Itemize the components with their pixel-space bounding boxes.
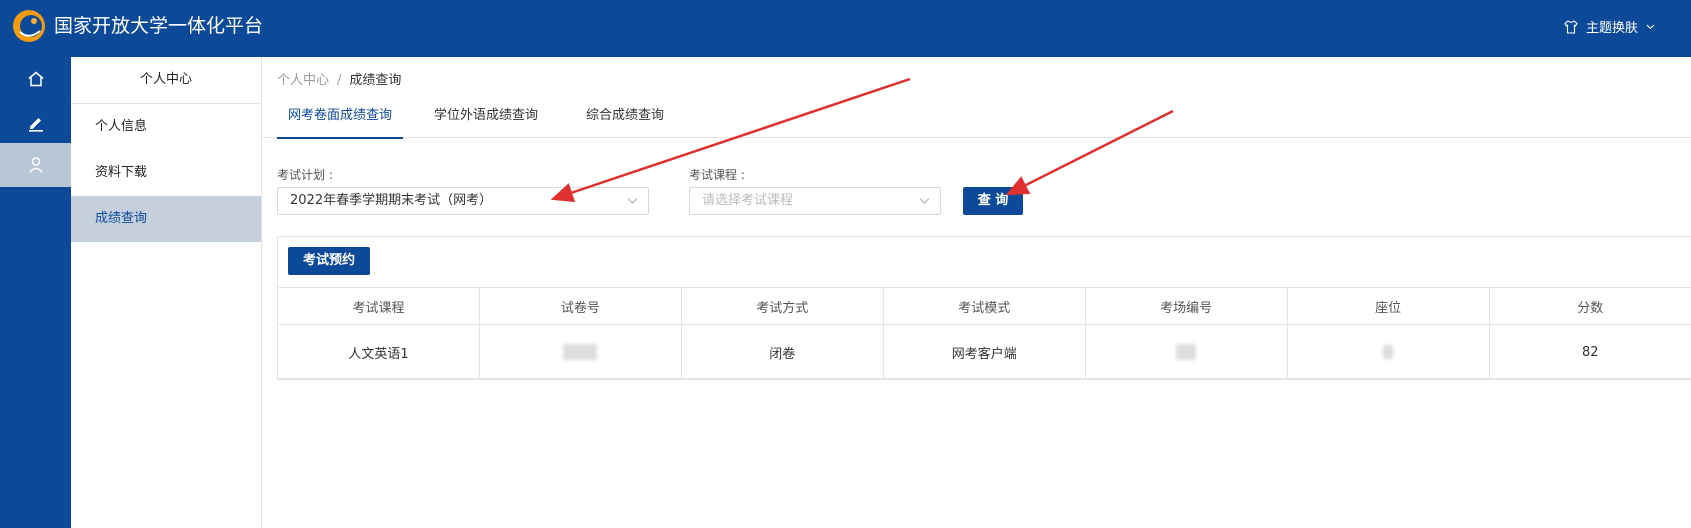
column-header: 试卷号 (478, 287, 682, 325)
query-button[interactable]: 查 询 (963, 187, 1023, 215)
table-header-row: 考试课程 试卷号 考试方式 考试模式 考场编号 座位 分数 (277, 287, 1691, 325)
cell-mode: 网考客户端 (882, 324, 1086, 380)
exam-course-select[interactable]: 请选择考试课程 (689, 187, 941, 215)
top-header: 国家开放大学一体化平台 主题换肤 (0, 0, 1691, 57)
course-label: 考试课程 : (689, 168, 745, 182)
column-header: 考场编号 (1084, 287, 1288, 325)
chevron-down-icon (1646, 24, 1655, 30)
edit-icon (28, 118, 43, 132)
redacted-value (1383, 345, 1394, 359)
column-header: 考试方式 (680, 287, 884, 325)
subnav-title: 个人中心 (71, 57, 261, 104)
cell-course: 人文英语1 (277, 324, 480, 380)
breadcrumb-separator: / (337, 73, 342, 88)
main-content: 个人中心 / 成绩查询 网考卷面成绩查询 学位外语成绩查询 综合成绩查询 考试计划 … (262, 57, 1691, 528)
app-title: 国家开放大学一体化平台 (54, 15, 264, 37)
cell-score: 82 (1488, 324, 1691, 380)
redacted-value (563, 344, 598, 360)
column-header: 分数 (1488, 287, 1691, 325)
cell-paper-no (478, 324, 682, 380)
plan-label: 考试计划 : (277, 168, 333, 182)
breadcrumb: 个人中心 / 成绩查询 (277, 69, 401, 88)
theme-switcher-label: 主题换肤 (1585, 21, 1638, 36)
exam-course-placeholder: 请选择考试课程 (702, 193, 794, 208)
tab-overall-score[interactable]: 综合成绩查询 (569, 95, 681, 137)
cell-room-no (1084, 324, 1288, 380)
shirt-icon (1564, 19, 1578, 34)
subnav-item-score-query[interactable]: 成绩查询 (71, 196, 261, 242)
column-header: 考试课程 (277, 287, 480, 325)
sidebar-item-edit[interactable] (0, 101, 71, 145)
icon-sidebar (0, 57, 71, 528)
logo-icon (13, 10, 45, 42)
table-row: 人文英语1 闭卷 网考客户端 82 (277, 324, 1691, 380)
user-icon (28, 157, 43, 173)
chevron-down-icon (627, 198, 638, 204)
breadcrumb-current: 成绩查询 (349, 73, 402, 88)
exam-reservation-button[interactable]: 考试预约 (288, 247, 370, 275)
chevron-down-icon (919, 198, 930, 204)
column-header: 考试模式 (882, 287, 1086, 325)
sidebar-item-user[interactable] (0, 143, 71, 187)
tab-online-exam-score[interactable]: 网考卷面成绩查询 (277, 95, 403, 139)
tab-bar: 网考卷面成绩查询 学位外语成绩查询 综合成绩查询 (262, 95, 1691, 139)
exam-plan-select[interactable]: 2022年春季学期期末考试（网考） (277, 187, 649, 215)
subnav-item-personal-info[interactable]: 个人信息 (71, 104, 261, 150)
home-icon (28, 71, 43, 87)
sidebar-item-home[interactable] (0, 57, 71, 101)
exam-plan-value: 2022年春季学期期末考试（网考） (290, 193, 493, 208)
score-table: 考试课程 试卷号 考试方式 考试模式 考场编号 座位 分数 人文英语1 闭卷 网… (277, 287, 1691, 380)
tab-degree-english-score[interactable]: 学位外语成绩查询 (423, 95, 549, 137)
redacted-value (1176, 344, 1197, 360)
cell-method: 闭卷 (680, 324, 884, 380)
theme-switcher[interactable]: 主题换肤 (1564, 17, 1655, 36)
breadcrumb-root[interactable]: 个人中心 (277, 73, 329, 88)
column-header: 座位 (1286, 287, 1490, 325)
cell-seat (1286, 324, 1490, 380)
subnav-item-downloads[interactable]: 资料下载 (71, 150, 261, 196)
sub-navigation: 个人中心 个人信息 资料下载 成绩查询 (71, 57, 262, 528)
